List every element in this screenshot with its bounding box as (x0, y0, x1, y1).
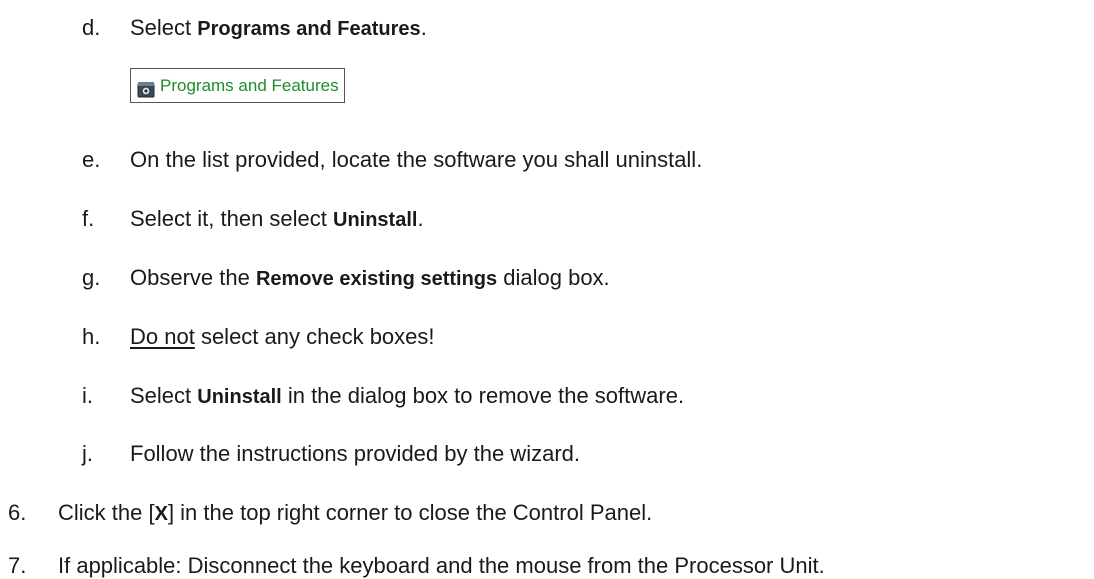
step-h-underlined: Do not (130, 324, 195, 349)
step-i-part-1: Select (130, 383, 198, 408)
step-f-part-3: . (417, 206, 424, 231)
step-marker-d: d. (82, 15, 101, 40)
step-6-text: Click the [X] in the top right corner to… (58, 500, 652, 527)
step-marker-g: g. (82, 265, 101, 290)
step-d-part-1: Select (130, 15, 198, 40)
step-g-text: Observe the Remove existing settings dia… (130, 265, 610, 292)
step-marker-j: j. (82, 441, 93, 466)
step-marker-e: e. (82, 147, 101, 172)
step-h-text: Do not select any check boxes! (130, 324, 435, 350)
step-6-bold: X (154, 503, 168, 525)
step-d-text: Select Programs and Features. (130, 15, 427, 42)
step-marker-h: h. (82, 324, 101, 349)
step-f-part-1: Select it, then select (130, 206, 333, 231)
step-marker-f: f. (82, 206, 95, 231)
programs-and-features-snippet: Programs and Features (130, 68, 345, 103)
step-f-text: Select it, then select Uninstall. (130, 206, 424, 233)
step-g-part-1: Observe the (130, 265, 256, 290)
step-marker-6: 6. (8, 500, 27, 525)
step-7-text: If applicable: Disconnect the keyboard a… (58, 553, 825, 579)
step-marker-i: i. (82, 383, 93, 408)
step-h-part-2: select any check boxes! (194, 324, 435, 349)
step-e-part-1: On the list provided, locate the softwar… (130, 147, 703, 172)
step-6-part-1: Click the [ (58, 500, 155, 525)
step-j-part-1: Follow the instructions provided by the … (130, 441, 580, 466)
step-i-bold: Uninstall (197, 386, 282, 408)
step-7-part-1: If applicable: Disconnect the keyboard a… (58, 553, 825, 578)
step-i-part-3: in the dialog box to remove the software… (281, 383, 685, 408)
control-panel-programs-icon (137, 78, 155, 98)
step-i-text: Select Uninstall in the dialog box to re… (130, 383, 684, 410)
step-marker-7: 7. (8, 553, 27, 578)
programs-and-features-label: Programs and Features (160, 76, 339, 95)
step-f-bold: Uninstall (333, 209, 418, 231)
step-6-part-3: ] in the top right corner to close the C… (167, 500, 653, 525)
step-g-bold: Remove existing settings (255, 268, 498, 290)
step-d-bold: Programs and Features (197, 18, 421, 40)
step-g-part-3: dialog box. (497, 265, 610, 290)
step-e-text: On the list provided, locate the softwar… (130, 147, 702, 173)
step-j-text: Follow the instructions provided by the … (130, 441, 580, 467)
step-d-part-3: . (420, 15, 427, 40)
